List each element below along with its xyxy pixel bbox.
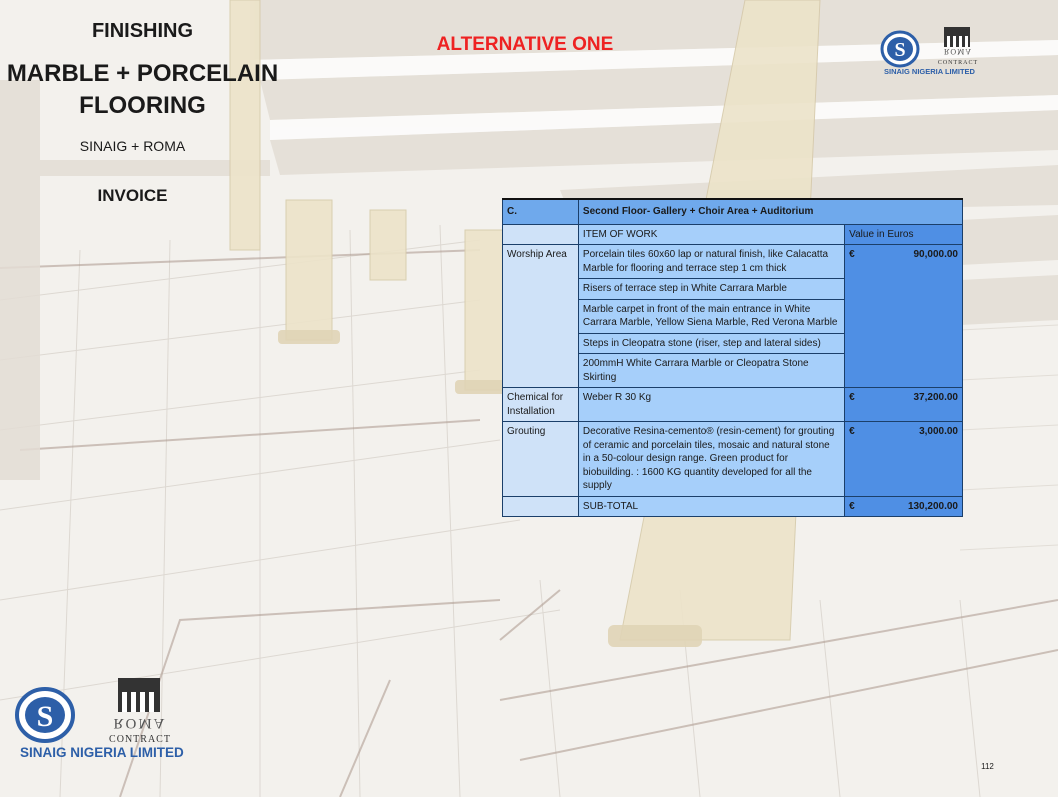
page-subtitle: SINAIG + ROMA bbox=[79, 138, 186, 154]
page-title-line-1: MARBLE + PORCELAIN bbox=[6, 60, 279, 87]
section-code: C. bbox=[502, 198, 579, 225]
roma-caption-large: CONTRACT bbox=[109, 734, 171, 745]
column-header-value: Value in Euros bbox=[844, 223, 963, 245]
column-header-row: ITEM OF WORK Value in Euros bbox=[502, 223, 963, 245]
roma-caption-small: CONTRACT bbox=[937, 60, 979, 66]
row-category: Grouting bbox=[502, 421, 579, 497]
roma-building-icon bbox=[944, 27, 970, 47]
amount: 37,200.00 bbox=[913, 392, 959, 403]
table-row: Grouting Decorative Resina-cemento® (res… bbox=[502, 421, 963, 497]
page-number: 112 bbox=[981, 762, 994, 771]
svg-text:S: S bbox=[37, 700, 54, 733]
section-heading: FINISHING bbox=[91, 20, 194, 42]
amount: 3,000.00 bbox=[919, 426, 958, 437]
table-header-row: C. Second Floor- Gallery + Choir Area + … bbox=[502, 198, 964, 225]
row-value: € 37,200.00 bbox=[844, 387, 963, 422]
sinaig-logo-large-icon: S bbox=[15, 687, 75, 743]
roma-building-large-icon bbox=[118, 678, 160, 712]
subtotal-blank bbox=[502, 495, 579, 517]
svg-text:S: S bbox=[894, 39, 905, 61]
row-item: Weber R 30 Kg bbox=[577, 387, 846, 422]
table-row: Chemical for Installation Weber R 30 Kg … bbox=[502, 387, 963, 422]
invoice-table: C. Second Floor- Gallery + Choir Area + … bbox=[502, 198, 964, 517]
subtotal-value: € 130,200.00 bbox=[844, 495, 963, 517]
row-item: Porcelain tiles 60x60 lap or natural fin… bbox=[577, 244, 846, 279]
currency-symbol: € bbox=[849, 249, 855, 260]
row-value: € 3,000.00 bbox=[844, 421, 963, 497]
row-item: 200mmH White Carrara Marble or Cleopatra… bbox=[577, 353, 846, 388]
page-title-line-2: FLOORING bbox=[79, 92, 206, 119]
sinaig-logo-icon: S bbox=[880, 30, 920, 68]
row-value: € 90,000.00 bbox=[844, 244, 963, 388]
row-item: Marble carpet in front of the main entra… bbox=[577, 298, 846, 334]
column-header-blank bbox=[502, 223, 579, 245]
page-title: MARBLE + PORCELAIN FLOORING bbox=[0, 58, 285, 122]
company-name-small: SINAIG NIGERIA LIMITED bbox=[884, 67, 975, 76]
table-row: Worship Area Porcelain tiles 60x60 lap o… bbox=[502, 244, 963, 388]
column-header-item: ITEM OF WORK bbox=[577, 223, 846, 245]
currency-symbol: € bbox=[849, 426, 855, 437]
row-category: Worship Area bbox=[502, 244, 579, 388]
subtotal-amount: 130,200.00 bbox=[907, 500, 958, 512]
row-item: Steps in Cleopatra stone (riser, step an… bbox=[577, 332, 846, 354]
alternative-label: ALTERNATIVE ONE bbox=[436, 34, 614, 55]
roma-wordmark-large: ROMA bbox=[113, 715, 167, 731]
section-title: Second Floor- Gallery + Choir Area + Aud… bbox=[577, 198, 964, 225]
subtotal-row: SUB-TOTAL € 130,200.00 bbox=[502, 495, 963, 517]
currency-symbol: € bbox=[849, 392, 855, 403]
company-name-large: SINAIG NIGERIA LIMITED bbox=[20, 745, 184, 760]
document-type: INVOICE bbox=[97, 186, 168, 205]
row-item: Decorative Resina-cemento® (resin-cement… bbox=[577, 421, 846, 497]
row-category: Chemical for Installation bbox=[502, 387, 579, 422]
amount: 90,000.00 bbox=[913, 249, 959, 260]
subtotal-label: SUB-TOTAL bbox=[577, 495, 846, 517]
row-item: Risers of terrace step in White Carrara … bbox=[577, 278, 846, 300]
currency-symbol: € bbox=[849, 500, 855, 512]
